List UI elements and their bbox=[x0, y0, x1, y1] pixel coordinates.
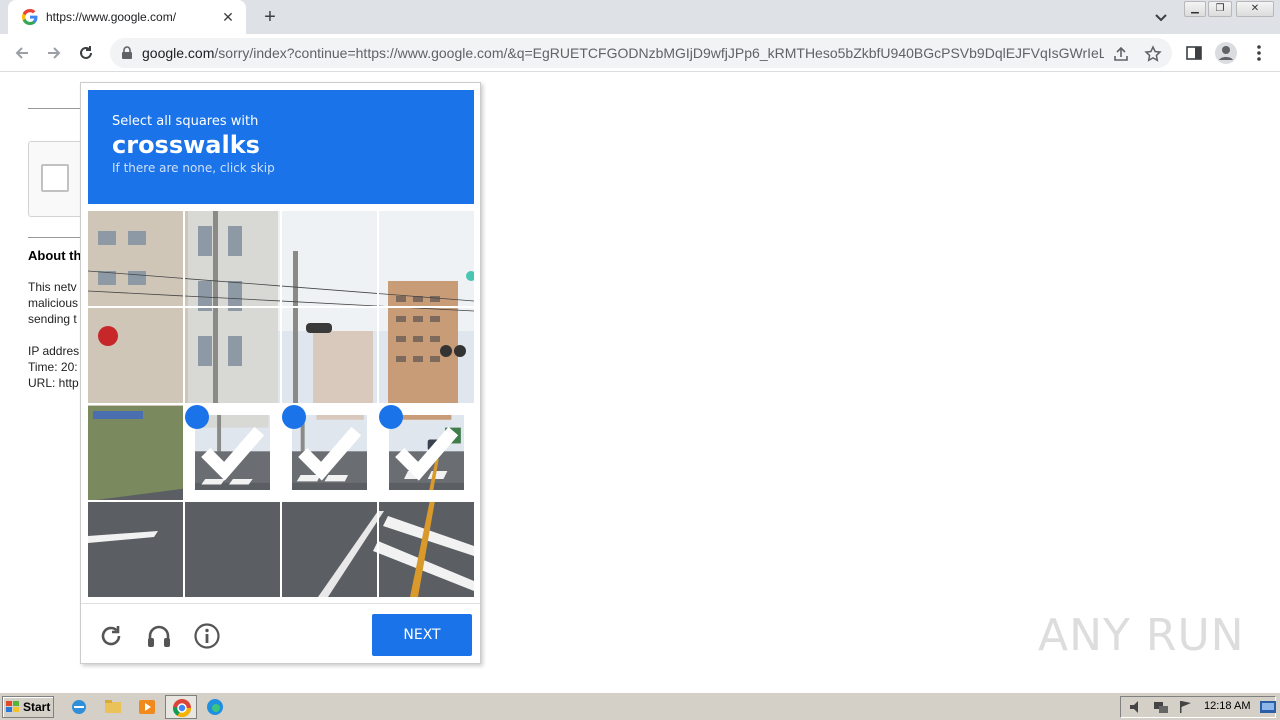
captcha-tile-image bbox=[379, 502, 474, 597]
tab-title: https://www.google.com/ bbox=[46, 10, 177, 24]
captcha-footer: NEXT bbox=[81, 603, 480, 663]
show-desktop-icon[interactable] bbox=[1260, 701, 1276, 713]
info-icon[interactable] bbox=[193, 622, 221, 650]
forward-button[interactable] bbox=[42, 41, 66, 65]
captcha-tile[interactable] bbox=[88, 502, 183, 597]
share-icon[interactable] bbox=[1112, 45, 1130, 63]
tile-selected-check-icon bbox=[282, 405, 362, 481]
volume-icon[interactable] bbox=[1128, 700, 1144, 714]
network-icon[interactable] bbox=[1152, 700, 1170, 714]
captcha-tile[interactable] bbox=[379, 405, 474, 500]
tab-close-icon[interactable]: ✕ bbox=[220, 9, 236, 26]
captcha-tile-image bbox=[379, 308, 474, 403]
next-button[interactable]: NEXT bbox=[372, 614, 472, 656]
audio-challenge-headphones-icon[interactable] bbox=[145, 622, 173, 650]
ip-line: IP addres bbox=[28, 344, 80, 358]
time-line: Time: 20: bbox=[28, 360, 78, 374]
captcha-tile[interactable] bbox=[282, 405, 377, 500]
profile-avatar-icon[interactable] bbox=[1214, 41, 1238, 65]
url-text: google.com/sorry/index?continue=https://… bbox=[142, 45, 1104, 61]
file-explorer-icon[interactable] bbox=[102, 697, 124, 717]
captcha-instruction: Select all squares with bbox=[112, 114, 259, 129]
captcha-tile[interactable] bbox=[185, 502, 280, 597]
tab-strip: https://www.google.com/ ✕ + ▁ ❐ ✕ bbox=[0, 0, 1280, 34]
internet-explorer-icon[interactable] bbox=[68, 697, 90, 717]
captcha-tile[interactable] bbox=[379, 211, 474, 306]
captcha-tile[interactable] bbox=[185, 308, 280, 403]
browser-toolbar: google.com/sorry/index?continue=https://… bbox=[0, 34, 1280, 72]
captcha-tile[interactable] bbox=[185, 405, 280, 500]
bookmark-star-icon[interactable] bbox=[1144, 45, 1162, 63]
captcha-tile-image bbox=[379, 211, 474, 306]
captcha-tile[interactable] bbox=[282, 502, 377, 597]
captcha-tile-image bbox=[282, 211, 377, 306]
captcha-tile-image bbox=[88, 502, 183, 597]
back-arrow-icon bbox=[15, 47, 28, 59]
windows-taskbar: Start 12:18 AM bbox=[0, 692, 1280, 720]
tile-selected-check-icon bbox=[185, 405, 265, 481]
captcha-tile[interactable] bbox=[185, 211, 280, 306]
taskbar-clock: 12:18 AM bbox=[1204, 700, 1251, 712]
chrome-taskbar-button[interactable] bbox=[165, 695, 197, 719]
captcha-tile[interactable] bbox=[88, 211, 183, 306]
windows-flag-icon bbox=[6, 701, 19, 712]
menu-kebab-icon[interactable] bbox=[1250, 43, 1268, 63]
url-host: google.com bbox=[142, 45, 215, 61]
captcha-header: Select all squares with crosswalks If th… bbox=[88, 90, 474, 204]
minimize-button[interactable]: ▁ bbox=[1184, 1, 1206, 17]
google-favicon-icon bbox=[22, 9, 38, 25]
captcha-dialog: Select all squares with crosswalks If th… bbox=[80, 82, 481, 664]
side-panel-icon[interactable] bbox=[1185, 44, 1203, 62]
captcha-tile-image bbox=[185, 308, 280, 403]
forward-arrow-icon bbox=[48, 47, 61, 59]
reload-button[interactable] bbox=[74, 41, 98, 65]
reload-icon bbox=[80, 46, 92, 59]
url-path: /sorry/index?continue=https://www.google… bbox=[214, 45, 1104, 61]
reload-challenge-icon[interactable] bbox=[97, 622, 125, 650]
restore-button[interactable]: ❐ bbox=[1208, 1, 1232, 17]
captcha-tile-image bbox=[88, 405, 183, 500]
captcha-tile-image bbox=[185, 211, 280, 306]
start-button[interactable]: Start bbox=[2, 696, 54, 718]
captcha-tile-image bbox=[282, 502, 377, 597]
url-line: URL: http bbox=[28, 376, 79, 390]
captcha-tile-image bbox=[282, 308, 377, 403]
info-line: sending t bbox=[28, 312, 77, 326]
captcha-tile[interactable] bbox=[88, 405, 183, 500]
captcha-tile[interactable] bbox=[88, 308, 183, 403]
browser-tab[interactable]: https://www.google.com/ ✕ bbox=[8, 0, 246, 34]
tab-search-chevron-icon[interactable] bbox=[1150, 6, 1172, 28]
media-player-icon[interactable] bbox=[136, 697, 158, 717]
captcha-target: crosswalks bbox=[112, 131, 260, 159]
recaptcha-checkbox[interactable] bbox=[41, 164, 69, 192]
captcha-image-grid bbox=[88, 211, 474, 597]
info-line: This netv bbox=[28, 280, 77, 294]
close-window-button[interactable]: ✕ bbox=[1236, 1, 1274, 17]
info-line: malicious bbox=[28, 296, 79, 310]
edge-icon[interactable] bbox=[204, 697, 226, 717]
action-center-flag-icon[interactable] bbox=[1178, 700, 1194, 714]
tile-selected-check-icon bbox=[379, 405, 459, 481]
chrome-icon bbox=[173, 699, 191, 718]
start-label: Start bbox=[23, 700, 51, 714]
address-bar[interactable]: google.com/sorry/index?continue=https://… bbox=[110, 38, 1172, 68]
divider bbox=[28, 237, 88, 238]
anyrun-watermark: ANY RUN bbox=[1038, 610, 1245, 661]
captcha-tile-image bbox=[185, 502, 280, 597]
captcha-hint: If there are none, click skip bbox=[112, 161, 275, 175]
captcha-tile-image bbox=[88, 211, 183, 306]
captcha-tile[interactable] bbox=[379, 308, 474, 403]
captcha-tile[interactable] bbox=[282, 211, 377, 306]
captcha-tile-image bbox=[88, 308, 183, 403]
captcha-tile[interactable] bbox=[379, 502, 474, 597]
back-button[interactable] bbox=[10, 41, 34, 65]
lock-icon[interactable] bbox=[120, 46, 134, 60]
divider bbox=[28, 108, 88, 109]
new-tab-button[interactable]: + bbox=[258, 5, 282, 29]
captcha-tile[interactable] bbox=[282, 308, 377, 403]
about-heading: About th bbox=[28, 248, 82, 263]
